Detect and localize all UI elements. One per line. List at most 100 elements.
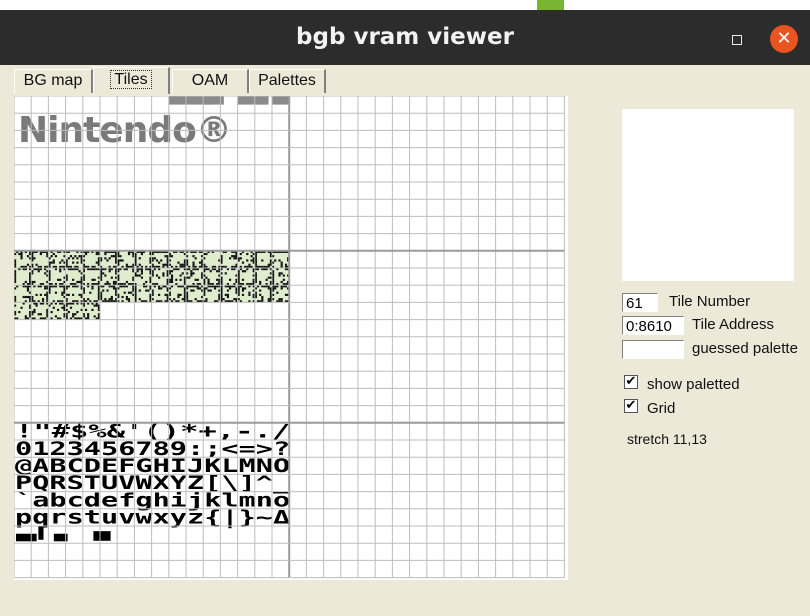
tile-pixel [138, 257, 141, 260]
tab-label: Tiles [110, 70, 152, 89]
tile-pixel [24, 295, 27, 299]
tile-pixel [33, 311, 36, 314]
tile-pixel [136, 274, 139, 277]
tile-pixel [216, 270, 219, 273]
tile-pixel [108, 257, 111, 260]
tile-pixel [22, 295, 25, 299]
tile-pixel [95, 252, 98, 256]
tab-palettes[interactable]: Palettes [249, 69, 326, 93]
show-paletted-checkbox[interactable]: ✔ [624, 375, 638, 389]
tile-pixel [138, 263, 141, 266]
tile-pixel [194, 257, 197, 260]
tile-pixel [190, 274, 193, 277]
tile-pixel [205, 298, 208, 301]
tile-pixel [274, 287, 277, 290]
tile-pixel [18, 311, 21, 314]
tile-pixel [248, 263, 251, 266]
tile-pixel [259, 293, 262, 296]
tile-pixel [140, 272, 143, 275]
tile-pixel [155, 259, 159, 262]
tile-pixel [112, 255, 116, 258]
tile-pixel [123, 291, 126, 294]
tile-pixel [50, 311, 53, 314]
tile-pixel [76, 257, 79, 260]
tile-pixel [138, 298, 141, 301]
tile-pixel [93, 531, 111, 541]
tile-pixel [24, 280, 27, 284]
tile-pixel [106, 280, 109, 284]
tile-pixel [33, 280, 36, 284]
tile-pixel [153, 257, 156, 260]
show-paletted-label: show paletted [647, 376, 740, 393]
grid-checkbox[interactable]: ✔ [624, 399, 638, 413]
tile-pixel [284, 263, 288, 266]
tile-pixel [158, 276, 161, 279]
tile-pixel [127, 291, 131, 294]
tile-pixel [41, 298, 45, 301]
tile-pixel [52, 306, 55, 309]
tile-pixel [67, 311, 70, 314]
tile-pixel [93, 315, 96, 318]
tile-pixel [89, 291, 92, 294]
tile-pixel [241, 270, 245, 273]
tile-pixel [241, 261, 245, 264]
tile-pixel [44, 287, 47, 290]
tile-viewer[interactable]: Nintendo® !"#$%&'()*+,-./0123456789:;<=>… [14, 96, 568, 580]
tile-pixel [241, 278, 245, 281]
tile-pixel [181, 263, 184, 266]
tile-pixel [121, 295, 124, 299]
tile-pixel [108, 298, 111, 301]
title-bar[interactable]: bgb vram viewer ✕ [0, 10, 810, 65]
tile-pixel [72, 278, 75, 281]
tab-tiles[interactable]: Tiles [93, 67, 170, 94]
tile-pixel [190, 270, 193, 273]
tile-pixel [250, 259, 253, 262]
stretch-readout: stretch 11,13 [627, 431, 707, 447]
tile-pixel [170, 255, 174, 258]
tile-pixel [61, 291, 64, 294]
tile-pixel [57, 308, 60, 311]
tab-label: BG map [23, 72, 83, 89]
tile-pixel [26, 289, 30, 292]
tile-pixel [170, 276, 174, 279]
tile-pixel [173, 298, 176, 301]
tile-address-field[interactable]: 0:8610 [622, 316, 684, 335]
tile-pixel [162, 263, 165, 266]
tile-pixel [54, 315, 57, 318]
tile-preview [622, 109, 794, 281]
tile-pixel [241, 293, 245, 296]
close-icon[interactable]: ✕ [770, 25, 798, 53]
tile-pixel [205, 276, 208, 279]
tile-pixel [106, 259, 109, 262]
tile-pixel [54, 255, 57, 258]
tab-bg-map[interactable]: BG map [14, 69, 93, 93]
tile-pixel [39, 293, 42, 296]
tile-number-field[interactable]: 61 [622, 293, 658, 312]
tile-pixel [188, 276, 191, 279]
tile-pixel [59, 261, 62, 264]
tile-pixel [181, 272, 184, 275]
tile-pixel [284, 293, 288, 296]
tile-pixel [125, 295, 128, 299]
tile-pixel [244, 287, 247, 290]
tile-pixel [104, 274, 107, 277]
tile-pixel [87, 315, 90, 318]
tile-pixel [267, 287, 270, 290]
tile-pixel [162, 274, 165, 277]
tile-pixel [72, 315, 75, 318]
tile-pixel [33, 308, 36, 311]
maximize-icon[interactable] [724, 27, 750, 53]
tile-pixel [278, 274, 281, 277]
guessed-palette-field[interactable] [622, 340, 684, 359]
tile-pixel [35, 304, 38, 307]
tile-pixel [145, 289, 148, 292]
tile-pixel [198, 261, 202, 264]
tile-pixel [248, 291, 251, 294]
tile-pixel [177, 295, 180, 299]
tab-oam[interactable]: OAM [172, 69, 249, 93]
tile-pixel [26, 287, 30, 290]
tile-pixel [127, 298, 131, 301]
tile-pixel [222, 298, 225, 301]
tile-pixel [226, 295, 229, 299]
tile-pixel [205, 252, 208, 256]
